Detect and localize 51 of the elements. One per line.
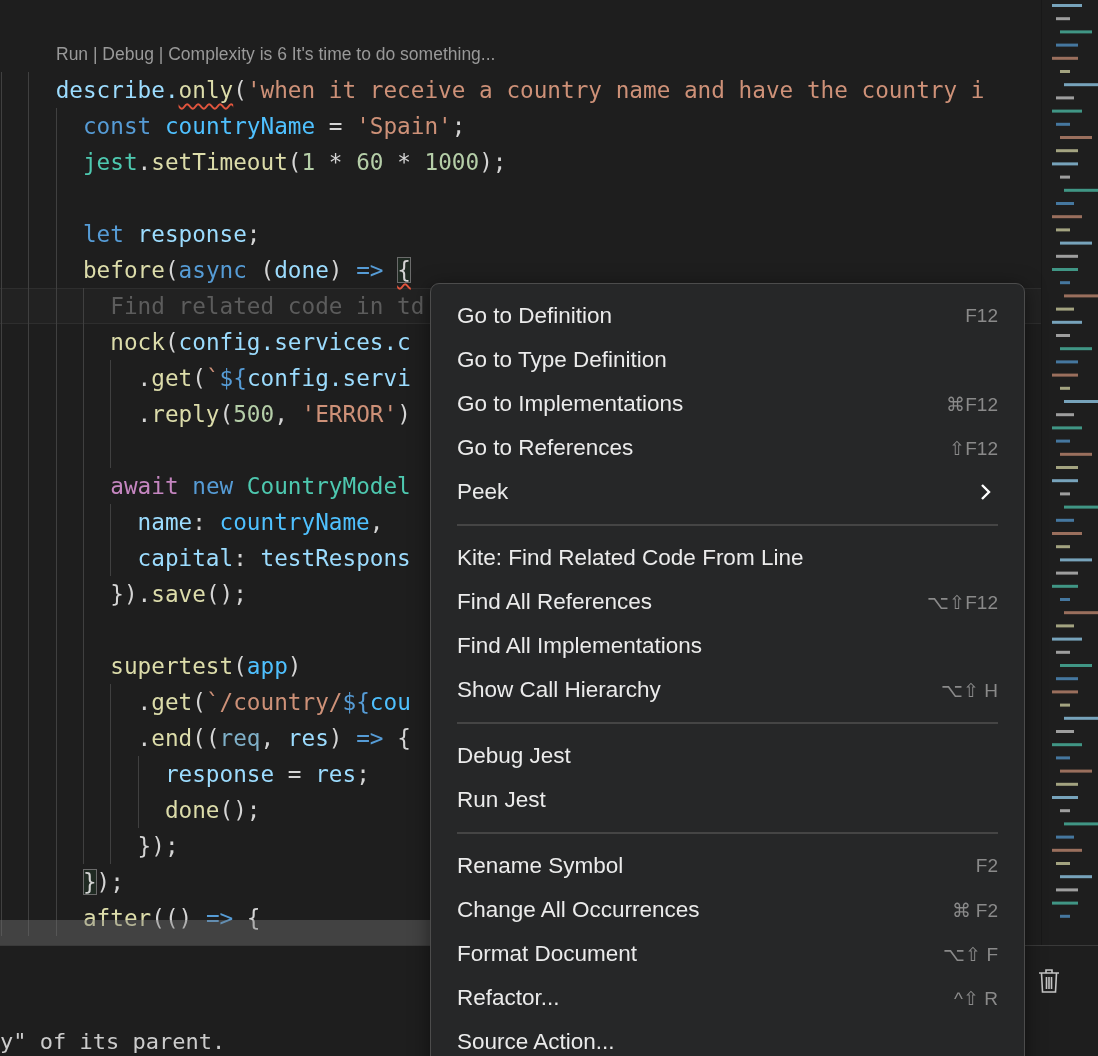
code-line: });: [137, 832, 179, 861]
code-line: .end((req, res) => {: [137, 724, 411, 753]
minimap-drawing[interactable]: [1041, 0, 1098, 945]
menu-item[interactable]: Refactor... ^⇧ R: [457, 976, 998, 1020]
menu-item[interactable]: Debug Jest: [457, 734, 998, 778]
menu-item[interactable]: Source Action...: [457, 1020, 998, 1056]
code-line: }).save();: [110, 580, 247, 609]
codelens-text[interactable]: Run | Debug | Complexity is 6 It's time to do something...: [0, 36, 496, 72]
code-line: jest.setTimeout(1 * 60 * 1000);: [82, 148, 507, 177]
code-line: });: [82, 868, 124, 897]
menu-item[interactable]: Peek: [457, 470, 998, 514]
code-line: after(() => {: [82, 904, 261, 933]
menu-item[interactable]: Go to References ⇧F12: [457, 426, 998, 470]
menu-item[interactable]: Go to Definition F12: [457, 294, 998, 338]
menu-item[interactable]: Change All Occurrences ⌘ F2: [457, 888, 998, 932]
code-line: done();: [164, 796, 261, 825]
shortcut-text: ⌥⇧ H: [941, 678, 998, 702]
chevron-right-icon: [980, 483, 992, 501]
menu-item[interactable]: Find All Implementations: [457, 624, 998, 668]
menu-item[interactable]: Run Jest: [457, 778, 998, 822]
code-line: capital: testRespons: [137, 544, 411, 573]
code-line: .get(`${config.servi: [137, 364, 411, 393]
code-line: const countryName = 'Spain';: [82, 112, 466, 141]
code-line: .reply(500, 'ERROR'): [137, 400, 411, 429]
code-line: nock(config.services.c: [110, 328, 411, 357]
menu-item[interactable]: Go to Type Definition: [457, 338, 998, 382]
shortcut-text: ^⇧ R: [954, 986, 998, 1010]
menu-item[interactable]: Go to Implementations ⌘F12: [457, 382, 998, 426]
menu-item[interactable]: Show Call Hierarchy ⌥⇧ H: [457, 668, 998, 712]
shortcut-text: ⌘ F2: [951, 898, 998, 922]
menu-item[interactable]: Find All References ⌥⇧F12: [457, 580, 998, 624]
shortcut-text: ⌥⇧ F: [943, 942, 998, 966]
code-line: let response;: [82, 220, 261, 249]
code-line: response = res;: [164, 760, 370, 789]
shortcut-text: F2: [975, 855, 998, 877]
code-line: before(async (done) => {: [82, 256, 411, 285]
code-line: supertest(app): [110, 652, 302, 681]
code-line: await new CountryModel: [110, 472, 411, 501]
menu-item[interactable]: Kite: Find Related Code From Line: [457, 536, 998, 580]
menu-item[interactable]: Rename Symbol F2: [457, 844, 998, 888]
shortcut-text: ⇧F12: [949, 436, 998, 460]
shortcut-text: F12: [965, 305, 998, 327]
menu-item[interactable]: Format Document ⌥⇧ F: [457, 932, 998, 976]
shortcut-text: ⌥⇧F12: [927, 590, 998, 614]
code-line: name: countryName,: [137, 508, 384, 537]
code-line: describe.only('when it receive a country name and have the country i: [55, 76, 985, 105]
output-text: y" of its parent.: [0, 1029, 226, 1054]
shortcut-text: ⌘F12: [946, 392, 998, 416]
trash-icon[interactable]: [1038, 968, 1060, 994]
code-line: .get(`/country/${cou: [137, 688, 411, 717]
ghost-text: Find related code in td: [110, 292, 425, 321]
